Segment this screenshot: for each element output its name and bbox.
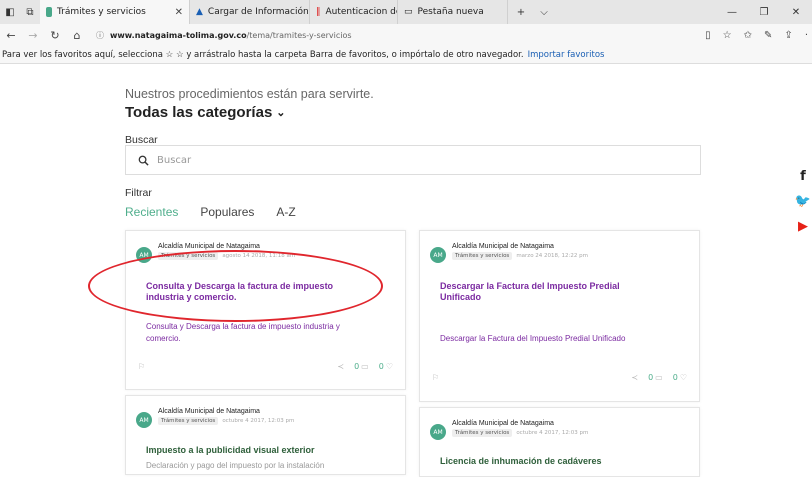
more-icon[interactable]: ·	[805, 30, 808, 41]
site-favicon-icon	[46, 7, 52, 17]
card-title[interactable]: Licencia de inhumación de cadáveres	[440, 456, 680, 467]
card-impuesto-predial[interactable]: AM Alcaldía Municipal de Natagaima Trámi…	[419, 230, 700, 402]
card-title[interactable]: Descargar la Factura del Impuesto Predia…	[440, 281, 640, 303]
close-icon[interactable]: ✕	[175, 7, 183, 18]
favorites-icon[interactable]: ✩	[744, 30, 752, 41]
card-title[interactable]: Impuesto a la publicidad visual exterior	[146, 445, 386, 456]
card-date: octubre 4 2017, 12:03 pm	[516, 430, 589, 436]
info-icon: ⓘ	[96, 30, 104, 40]
tab-bar: ◧ ⧉ Trámites y servicios ✕ ▲ Cargar de I…	[0, 0, 812, 24]
card-date: marzo 24 2018, 12:22 pm	[516, 253, 588, 259]
card-footer: ⚐ ≺ 0 ▭ 0 ♡	[138, 362, 393, 371]
tab-preview-icon[interactable]: ⧉	[20, 0, 40, 24]
close-window-icon[interactable]: ✕	[780, 0, 812, 24]
minimize-icon[interactable]: —	[716, 0, 748, 24]
card-description[interactable]: Descargar la Factura del Impuesto Predia…	[440, 333, 630, 345]
search-icon	[138, 155, 149, 166]
card-header: AM Alcaldía Municipal de Natagaima Trámi…	[136, 408, 294, 428]
bars-icon: ‖	[316, 7, 321, 17]
youtube-icon[interactable]: ▶	[798, 219, 808, 234]
pen-icon[interactable]: ✎	[764, 30, 772, 41]
card-description[interactable]: Declaración y pago del impuesto por la i…	[146, 460, 386, 472]
filter-populares[interactable]: Populares	[200, 205, 254, 219]
star-icon[interactable]: ☆	[723, 30, 732, 41]
tab-cargar[interactable]: ▲ Cargar de Información - Fac	[190, 0, 310, 24]
page-title[interactable]: Todas las categorías ⌄	[125, 104, 286, 121]
annotation-ellipse	[88, 250, 383, 322]
maximize-icon[interactable]: ❐	[748, 0, 780, 24]
card-description[interactable]: Consulta y Descarga la factura de impues…	[146, 321, 346, 345]
card-author[interactable]: Alcaldía Municipal de Natagaima	[452, 420, 588, 427]
card-header: AM Alcaldía Municipal de Natagaima Trámi…	[430, 243, 588, 263]
browser-tools: ▯ ☆ ✩ ✎ ⇪ ·	[705, 24, 808, 46]
forward-icon[interactable]: →	[22, 29, 44, 42]
avatar: AM	[430, 424, 446, 440]
refresh-icon[interactable]: ↻	[44, 29, 66, 42]
heart-icon[interactable]: ♡	[680, 373, 687, 382]
twitter-icon[interactable]: 🐦	[795, 194, 811, 209]
home-icon[interactable]: ⌂	[66, 29, 88, 42]
newtab-icon: ▭	[404, 7, 413, 17]
share-icon[interactable]: ⇪	[784, 30, 792, 41]
filter-a-z[interactable]: A-Z	[276, 205, 295, 219]
tab-tramites[interactable]: Trámites y servicios ✕	[40, 0, 190, 24]
chevron-down-icon: ⌄	[276, 107, 286, 119]
filter-tabs: Recientes Populares A-Z	[125, 205, 296, 219]
avatar: AM	[136, 412, 152, 428]
share-icon[interactable]: ≺	[337, 362, 344, 371]
reading-view-icon[interactable]: ▯	[705, 30, 711, 41]
category-tag[interactable]: Trámites y servicios	[452, 429, 513, 437]
flag-icon[interactable]: ⚐	[432, 373, 439, 382]
tab-autenticacion[interactable]: ‖ Autenticacion de usuarios	[310, 0, 398, 24]
share-icon[interactable]: ≺	[631, 373, 638, 382]
card-publicidad-visual[interactable]: AM Alcaldía Municipal de Natagaima Trámi…	[125, 395, 406, 475]
comment-icon[interactable]: ▭	[361, 362, 369, 371]
back-icon[interactable]: ←	[0, 29, 22, 42]
filter-recientes[interactable]: Recientes	[125, 205, 178, 219]
page-content: Nuestros procedimientos están para servi…	[0, 64, 812, 477]
avatar: AM	[430, 247, 446, 263]
chevron-down-icon[interactable]: ⌵	[534, 0, 554, 24]
category-tag[interactable]: Trámites y servicios	[452, 252, 513, 260]
window-controls: — ❐ ✕	[716, 0, 812, 24]
facebook-icon[interactable]: f	[800, 169, 806, 184]
page-subtitle: Nuestros procedimientos están para servi…	[125, 87, 374, 101]
social-sidebar: f 🐦 ▶	[794, 169, 812, 234]
card-header: AM Alcaldía Municipal de Natagaima Trámi…	[430, 420, 588, 440]
category-tag[interactable]: Trámites y servicios	[158, 417, 219, 425]
import-favorites-link[interactable]: Importar favoritos	[528, 50, 605, 60]
favorites-bar: Para ver los favoritos aquí, selecciona …	[0, 46, 812, 64]
heart-icon[interactable]: ♡	[386, 362, 393, 371]
url-field[interactable]: ⓘ www.natagaima-tolima.gov.co/tema/trami…	[96, 26, 696, 44]
card-date: octubre 4 2017, 12:03 pm	[222, 418, 295, 424]
filter-label: Filtrar	[125, 187, 152, 199]
card-author[interactable]: Alcaldía Municipal de Natagaima	[158, 243, 295, 250]
search-input[interactable]: Buscar	[125, 145, 701, 175]
address-bar: ← → ↻ ⌂ ⓘ www.natagaima-tolima.gov.co/te…	[0, 24, 812, 46]
card-author[interactable]: Alcaldía Municipal de Natagaima	[158, 408, 294, 415]
tab-new[interactable]: ▭ Pestaña nueva	[398, 0, 508, 24]
card-author[interactable]: Alcaldía Municipal de Natagaima	[452, 243, 588, 250]
card-inhumacion[interactable]: AM Alcaldía Municipal de Natagaima Trámi…	[419, 407, 700, 477]
flag-icon[interactable]: ⚐	[138, 362, 145, 371]
card-footer: ⚐ ≺ 0 ▭ 0 ♡	[432, 373, 687, 382]
add-tab-icon[interactable]: +	[508, 0, 534, 24]
tab-actions-icon[interactable]: ◧	[0, 0, 20, 24]
warning-icon: ▲	[196, 7, 203, 17]
comment-icon[interactable]: ▭	[655, 373, 663, 382]
